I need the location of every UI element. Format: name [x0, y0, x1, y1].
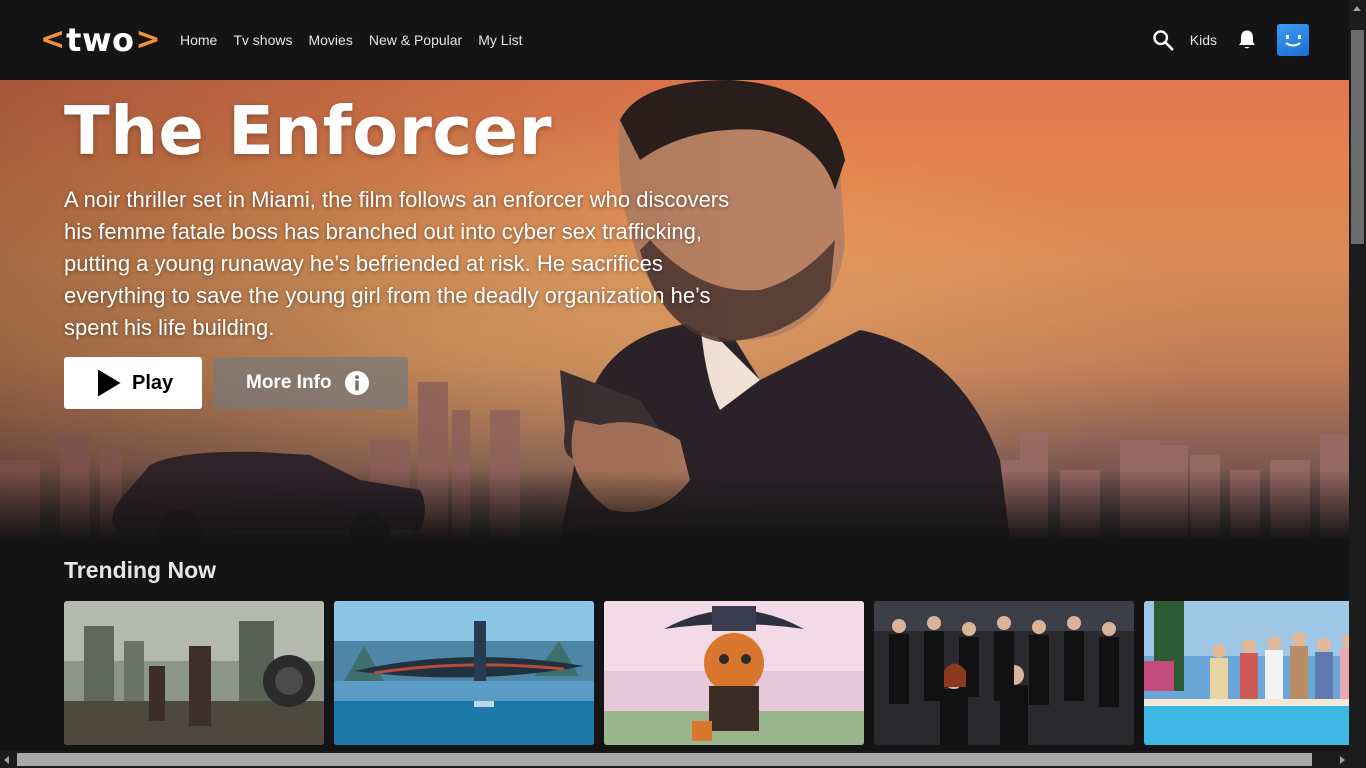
horizontal-scrollbar[interactable]	[0, 751, 1366, 768]
scroll-up-arrow-icon[interactable]	[1353, 6, 1361, 11]
top-navigation-bar: < two > Home Tv shows Movies New & Popul…	[0, 0, 1349, 80]
more-info-button[interactable]: More Info	[214, 357, 408, 409]
trending-row-title: Trending Now	[64, 557, 217, 583]
thumbnail-post-apocalyptic	[64, 601, 324, 745]
thumbnail-animated-cat	[604, 601, 864, 745]
title-card-5[interactable]	[1144, 601, 1349, 745]
nav-utility-area: Kids	[1152, 24, 1309, 56]
more-info-button-label: More Info	[246, 372, 332, 393]
search-icon[interactable]	[1152, 29, 1174, 51]
hero-bottom-fade	[0, 470, 1349, 540]
profile-avatar[interactable]	[1277, 24, 1309, 56]
hero-title: The Enforcer	[64, 92, 553, 170]
title-card-3[interactable]	[604, 601, 864, 745]
logo-close-bracket: >	[135, 22, 161, 57]
title-card-1[interactable]	[64, 601, 324, 745]
primary-nav: Home Tv shows Movies New & Popular My Li…	[180, 32, 523, 48]
horizontal-scrollbar-thumb[interactable]	[17, 753, 1312, 766]
nav-new-popular[interactable]: New & Popular	[369, 32, 462, 48]
nav-movies[interactable]: Movies	[308, 32, 352, 48]
play-button-label: Play	[132, 371, 174, 394]
info-icon	[344, 371, 369, 395]
app-window: < two > Home Tv shows Movies New & Popul…	[0, 0, 1366, 768]
scroll-right-arrow-icon[interactable]	[1340, 756, 1345, 764]
play-icon	[98, 369, 121, 397]
trending-row	[64, 601, 1349, 745]
smile-face-icon	[1285, 35, 1301, 47]
vertical-scrollbar-thumb[interactable]	[1351, 30, 1364, 244]
bell-icon[interactable]	[1237, 29, 1257, 51]
thumbnail-poolside-ensemble	[1144, 601, 1349, 745]
thumbnail-creature-flight	[334, 601, 594, 745]
title-card-4[interactable]	[874, 601, 1134, 745]
brand-logo[interactable]: < two >	[40, 22, 161, 58]
nav-tv-shows[interactable]: Tv shows	[233, 32, 292, 48]
hero-description: A noir thriller set in Miami, the film f…	[64, 187, 730, 340]
scroll-left-arrow-icon[interactable]	[4, 756, 9, 764]
kids-link[interactable]: Kids	[1190, 32, 1217, 48]
logo-wordmark: two	[66, 21, 135, 59]
logo-open-bracket: <	[40, 22, 66, 57]
nav-my-list[interactable]: My List	[478, 32, 522, 48]
nav-home[interactable]: Home	[180, 32, 217, 48]
thumbnail-ensemble-dark	[874, 601, 1134, 745]
title-card-2[interactable]	[334, 601, 594, 745]
play-button[interactable]: Play	[64, 357, 202, 409]
vertical-scrollbar[interactable]	[1349, 0, 1366, 751]
